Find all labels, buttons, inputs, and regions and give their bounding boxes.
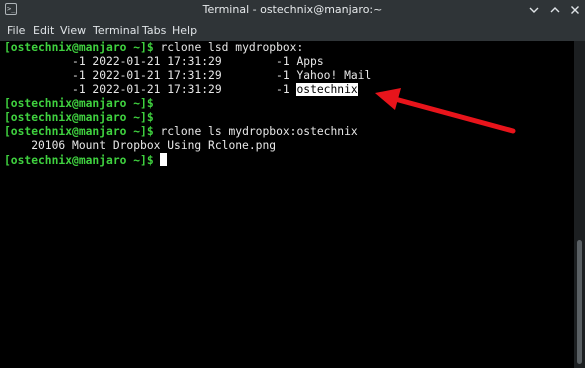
scrollbar[interactable] xyxy=(574,41,585,368)
command-text: rclone ls mydropbox:ostechnix xyxy=(160,125,358,138)
terminal-window: >_ Terminal - ostechnix@manjaro:~ File E… xyxy=(0,0,585,368)
command-text: rclone lsd mydropbox: xyxy=(160,41,304,54)
title-bar[interactable]: >_ Terminal - ostechnix@manjaro:~ xyxy=(0,0,585,20)
output-text: -1 2022-01-21 17:31:29 -1 Yahoo! Mail xyxy=(4,69,372,82)
prompt: [ostechnix@manjaro ~]$ xyxy=(4,154,154,167)
terminal-line: [ostechnix@manjaro ~]$ xyxy=(4,111,160,125)
menu-view[interactable]: View xyxy=(60,24,86,37)
minimize-icon[interactable] xyxy=(528,4,540,16)
scrollbar-thumb[interactable] xyxy=(577,240,582,364)
terminal-output[interactable]: [ostechnix@manjaro ~]$ rclone lsd mydrop… xyxy=(0,41,574,368)
terminal-line: -1 2022-01-21 17:31:29 -1 Yahoo! Mail xyxy=(4,69,371,83)
terminal-line: -1 2022-01-21 17:31:29 -1 Apps xyxy=(4,55,324,69)
terminal-line: 20106 Mount Dropbox Using Rclone.png xyxy=(4,139,276,153)
prompt: [ostechnix@manjaro ~]$ xyxy=(4,125,154,138)
output-text: -1 2022-01-21 17:31:29 -1 Apps xyxy=(4,55,324,68)
prompt: [ostechnix@manjaro ~]$ xyxy=(4,41,154,54)
highlighted-folder-name: ostechnix xyxy=(296,83,358,96)
menu-bar: File Edit View Terminal Tabs Help xyxy=(0,20,585,41)
prompt: [ostechnix@manjaro ~]$ xyxy=(4,97,154,110)
menu-tabs[interactable]: Tabs xyxy=(142,24,166,37)
output-text: 20106 Mount Dropbox Using Rclone.png xyxy=(4,139,277,152)
menu-help[interactable]: Help xyxy=(172,24,197,37)
prompt: [ostechnix@manjaro ~]$ xyxy=(4,111,154,124)
menu-terminal[interactable]: Terminal xyxy=(93,24,140,37)
terminal-line: [ostechnix@manjaro ~]$ xyxy=(4,153,168,168)
text-cursor xyxy=(160,153,168,166)
menu-file[interactable]: File xyxy=(7,24,25,37)
terminal-line: -1 2022-01-21 17:31:29 -1 ostechnix xyxy=(4,83,358,97)
terminal-line: [ostechnix@manjaro ~]$ rclone ls mydropb… xyxy=(4,125,358,139)
terminal-line: [ostechnix@manjaro ~]$ xyxy=(4,97,160,111)
window-title: Terminal - ostechnix@manjaro:~ xyxy=(202,3,383,16)
maximize-icon[interactable] xyxy=(549,4,561,16)
close-icon[interactable] xyxy=(569,4,581,16)
terminal-line: [ostechnix@manjaro ~]$ rclone lsd mydrop… xyxy=(4,41,303,55)
menu-edit[interactable]: Edit xyxy=(33,24,54,37)
output-text: -1 2022-01-21 17:31:29 -1 xyxy=(4,83,297,96)
